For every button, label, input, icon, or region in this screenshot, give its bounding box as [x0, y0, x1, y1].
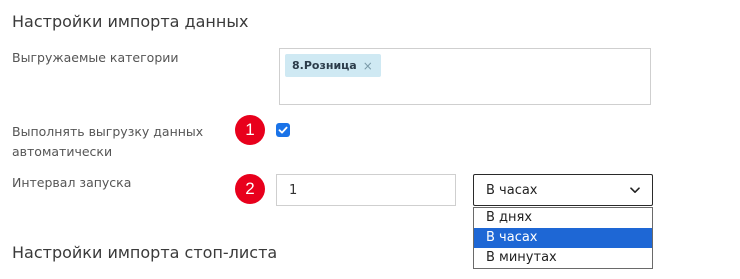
interval-input[interactable]: 1: [276, 174, 456, 206]
interval-value: 1: [289, 182, 298, 198]
categories-tag-input[interactable]: 8.Розница ×: [279, 48, 651, 105]
annotation-badge-1: 1: [235, 115, 265, 145]
interval-label: Интервал запуска: [12, 175, 132, 190]
import-settings-title: Настройки импорта данных: [12, 12, 249, 31]
categories-label: Выгружаемые категории: [12, 50, 179, 65]
chevron-down-icon: [630, 186, 640, 193]
option-hours[interactable]: В часах: [474, 228, 652, 248]
interval-unit-select[interactable]: В часах: [473, 174, 653, 206]
interval-unit-selected: В часах: [486, 182, 538, 198]
category-tag-label: 8.Розница: [292, 59, 357, 72]
interval-unit-dropdown: В днях В часах В минутах: [473, 207, 653, 269]
auto-export-label: Выполнять выгрузку данных автоматически: [12, 124, 204, 159]
option-days[interactable]: В днях: [474, 208, 652, 228]
category-tag: 8.Розница ×: [285, 54, 381, 77]
annotation-badge-2: 2: [235, 174, 265, 204]
checkmark-icon: [278, 126, 288, 134]
stoplist-settings-title: Настройки импорта стоп-листа: [12, 243, 278, 262]
auto-export-checkbox[interactable]: [276, 123, 290, 137]
remove-tag-icon[interactable]: ×: [363, 59, 373, 73]
option-minutes[interactable]: В минутах: [474, 248, 652, 268]
